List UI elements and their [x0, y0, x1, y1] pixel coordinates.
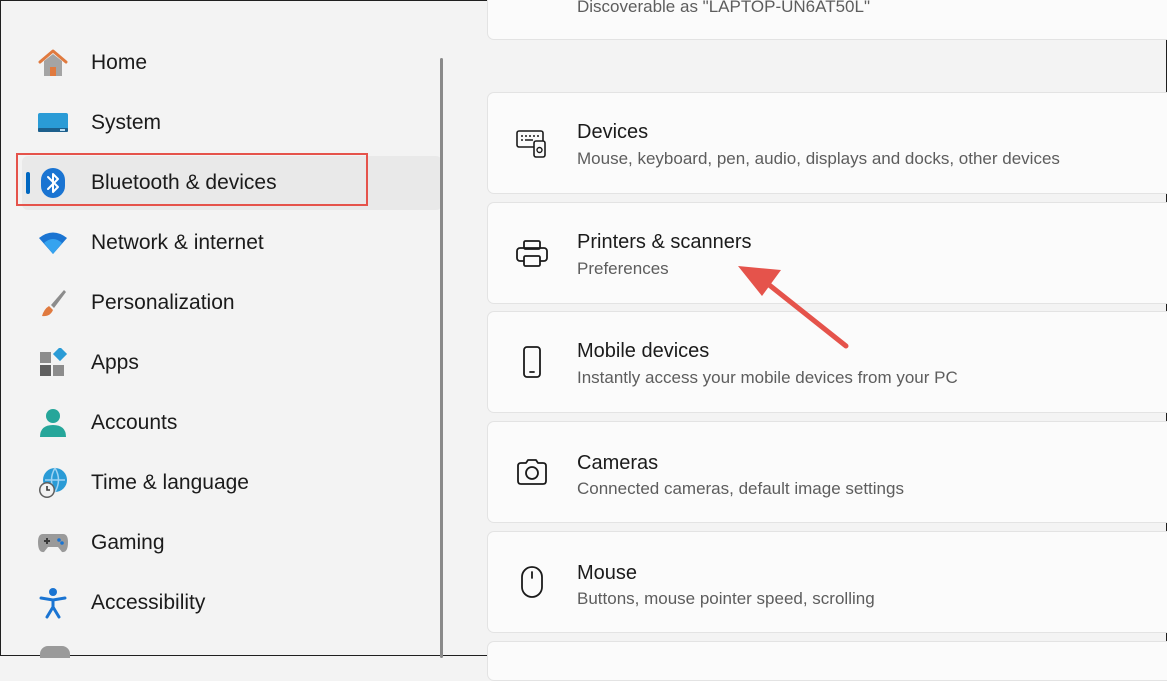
- sidebar-item-accounts[interactable]: Accounts: [22, 396, 442, 450]
- card-next-partial[interactable]: [487, 641, 1167, 681]
- printer-icon: [515, 236, 549, 270]
- card-subtitle: Preferences: [577, 259, 669, 278]
- card-subtitle: Mouse, keyboard, pen, audio, displays an…: [577, 149, 1060, 168]
- card-title: Printers & scanners: [577, 231, 752, 253]
- camera-icon: [515, 455, 549, 489]
- sidebar-item-label: Personalization: [91, 291, 235, 314]
- bluetooth-icon: [36, 166, 70, 200]
- sidebar: Home System Bluetooth & devices Network …: [0, 0, 443, 658]
- sidebar-item-label: Gaming: [91, 531, 165, 554]
- devices-icon: [515, 126, 549, 160]
- sidebar-item-label: Accounts: [91, 411, 178, 434]
- sidebar-item-personalization[interactable]: Personalization: [22, 276, 442, 330]
- card-devices[interactable]: Devices Mouse, keyboard, pen, audio, dis…: [487, 92, 1167, 194]
- card-title: Mobile devices: [577, 340, 710, 362]
- paintbrush-icon: [36, 286, 70, 320]
- sidebar-item-network[interactable]: Network & internet: [22, 216, 442, 270]
- card-subtitle: Buttons, mouse pointer speed, scrolling: [577, 589, 875, 608]
- system-monitor-icon: [36, 106, 70, 140]
- selection-indicator: [26, 172, 30, 194]
- mouse-icon: [515, 565, 549, 599]
- card-subtitle: Instantly access your mobile devices fro…: [577, 368, 958, 387]
- card-cameras[interactable]: Cameras Connected cameras, default image…: [487, 421, 1167, 523]
- sidebar-item-bluetooth-devices[interactable]: Bluetooth & devices: [22, 156, 442, 210]
- sidebar-item-accessibility[interactable]: Accessibility: [22, 576, 442, 630]
- account-icon: [36, 406, 70, 440]
- sidebar-item-home[interactable]: Home: [22, 36, 442, 90]
- sidebar-item-label: Time & language: [91, 471, 249, 494]
- globe-clock-icon: [36, 466, 70, 500]
- card-subtitle: Connected cameras, default image setting…: [577, 479, 904, 498]
- wifi-icon: [36, 226, 70, 260]
- card-printers-scanners[interactable]: Printers & scanners Preferences: [487, 202, 1167, 304]
- home-icon: [36, 46, 70, 80]
- sidebar-item-label: System: [91, 111, 162, 134]
- discoverable-text: Discoverable as "LAPTOP-UN6AT50L": [577, 0, 871, 16]
- bluetooth-discoverable-card: Discoverable as "LAPTOP-UN6AT50L": [487, 0, 1167, 40]
- sidebar-item-label: Bluetooth & devices: [91, 171, 277, 194]
- sidebar-scrollbar[interactable]: [440, 58, 443, 658]
- card-title: Devices: [577, 121, 649, 143]
- phone-icon: [515, 345, 549, 379]
- card-title: Cameras: [577, 452, 659, 474]
- sidebar-item-label: Home: [91, 51, 148, 74]
- sidebar-item-label: Network & internet: [91, 231, 264, 254]
- sidebar-item-apps[interactable]: Apps: [22, 336, 442, 390]
- card-title: Mouse: [577, 562, 638, 584]
- accessibility-icon: [36, 586, 70, 620]
- privacy-shield-icon: [40, 646, 70, 658]
- sidebar-item-system[interactable]: System: [22, 96, 442, 150]
- apps-icon: [36, 346, 70, 380]
- sidebar-item-label: Accessibility: [91, 591, 206, 614]
- sidebar-item-time-language[interactable]: Time & language: [22, 456, 442, 510]
- sidebar-item-label: Apps: [91, 351, 139, 374]
- card-mouse[interactable]: Mouse Buttons, mouse pointer speed, scro…: [487, 531, 1167, 633]
- gamepad-icon: [36, 526, 70, 560]
- sidebar-item-gaming[interactable]: Gaming: [22, 516, 442, 570]
- card-mobile-devices[interactable]: Mobile devices Instantly access your mob…: [487, 311, 1167, 413]
